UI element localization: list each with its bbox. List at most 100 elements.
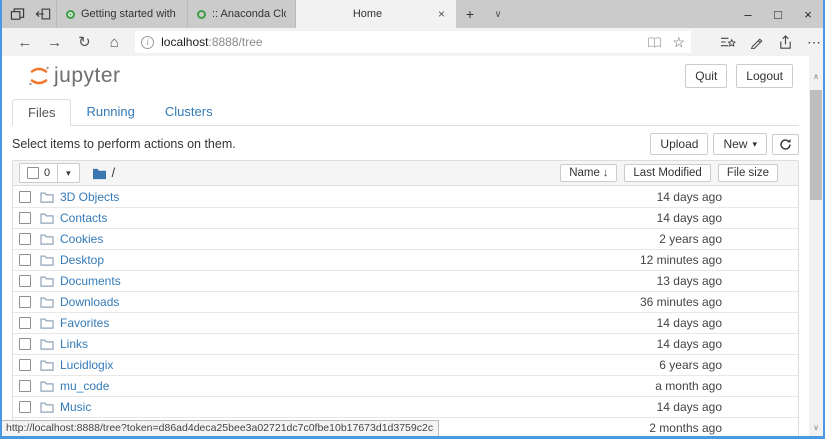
- folder-icon: [40, 254, 54, 266]
- select-filter-dropdown[interactable]: ▾: [58, 163, 80, 183]
- folder-icon: [40, 212, 54, 224]
- item-name-link[interactable]: Contacts: [60, 211, 107, 225]
- logout-button[interactable]: Logout: [736, 64, 793, 88]
- row-checkbox[interactable]: [19, 401, 31, 413]
- table-row: Favorites 14 days ago: [13, 312, 798, 333]
- row-checkbox[interactable]: [19, 338, 31, 350]
- select-all-checkbox[interactable]: [27, 167, 39, 179]
- browser-tab-anaconda-start[interactable]: Getting started with Anacor: [56, 0, 188, 28]
- url-path: :8888/tree: [209, 35, 263, 49]
- folder-icon: [92, 167, 107, 180]
- item-name-link[interactable]: 3D Objects: [60, 190, 119, 204]
- item-name-link[interactable]: Documents: [60, 274, 121, 288]
- vertical-scrollbar[interactable]: ∧ ∨: [809, 56, 823, 436]
- select-all-control[interactable]: 0: [19, 163, 58, 183]
- scroll-down-icon[interactable]: ∨: [809, 423, 823, 432]
- tab-close-icon[interactable]: ×: [436, 7, 447, 21]
- tab-title: :: Anaconda Cloud: [212, 8, 286, 20]
- row-checkbox[interactable]: [19, 254, 31, 266]
- reload-icon[interactable]: ↻: [70, 35, 100, 50]
- url-input[interactable]: i localhost :8888/tree ☆: [135, 31, 691, 53]
- row-checkbox[interactable]: [19, 275, 31, 287]
- window-close-button[interactable]: ×: [793, 0, 823, 28]
- hub-favorites-icon[interactable]: [719, 34, 736, 51]
- new-dropdown-button[interactable]: New ▾: [713, 133, 767, 155]
- folder-icon: [40, 296, 54, 308]
- tab-title: Getting started with Anacor: [81, 8, 178, 20]
- set-aside-tabs-icon[interactable]: [8, 6, 26, 22]
- item-name-link[interactable]: mu_code: [60, 379, 109, 393]
- sort-last-modified-button[interactable]: Last Modified: [624, 164, 710, 182]
- item-last-modified: 13 days ago: [612, 274, 722, 288]
- tab-clusters[interactable]: Clusters: [150, 99, 228, 126]
- row-checkbox[interactable]: [19, 380, 31, 392]
- row-checkbox[interactable]: [19, 317, 31, 329]
- item-name-link[interactable]: Desktop: [60, 253, 104, 267]
- scrollbar-thumb[interactable]: [810, 90, 822, 200]
- selected-count: 0: [44, 167, 50, 179]
- breadcrumb-root[interactable]: /: [112, 166, 115, 180]
- sort-file-size-button[interactable]: File size: [718, 164, 778, 182]
- row-checkbox[interactable]: [19, 191, 31, 203]
- new-tab-button[interactable]: +: [456, 0, 484, 28]
- scroll-up-icon[interactable]: ∧: [809, 72, 823, 81]
- item-name-link[interactable]: Links: [60, 337, 88, 351]
- browser-tab-home[interactable]: Home ×: [296, 0, 456, 28]
- forward-icon[interactable]: →: [40, 35, 70, 50]
- item-last-modified: 14 days ago: [612, 211, 722, 225]
- table-row: Contacts 14 days ago: [13, 207, 798, 228]
- item-last-modified: 2 months ago: [612, 421, 722, 435]
- table-row: 3D Objects 14 days ago: [13, 186, 798, 207]
- window-maximize-button[interactable]: □: [763, 0, 793, 28]
- jupyter-logo[interactable]: jupyter: [28, 64, 121, 88]
- share-icon[interactable]: [777, 34, 794, 51]
- folder-icon: [40, 275, 54, 287]
- more-actions-icon[interactable]: ⋯: [806, 34, 823, 51]
- folder-icon: [40, 317, 54, 329]
- file-list: 3D Objects 14 days ago Contacts 14 days …: [13, 186, 798, 436]
- item-last-modified: 14 days ago: [612, 400, 722, 414]
- item-last-modified: 6 years ago: [612, 358, 722, 372]
- action-row: Select items to perform actions on them.…: [12, 133, 799, 155]
- quit-button[interactable]: Quit: [685, 64, 727, 88]
- jupyter-header: jupyter Quit Logout: [2, 56, 809, 92]
- sort-desc-icon: ↓: [603, 167, 609, 179]
- file-list-container: 0 ▾ / Name ↓ Last Modified File: [12, 160, 799, 436]
- item-name-link[interactable]: Favorites: [60, 316, 109, 330]
- web-note-pen-icon[interactable]: [748, 34, 765, 51]
- table-row: Documents 13 days ago: [13, 270, 798, 291]
- item-last-modified: 14 days ago: [612, 316, 722, 330]
- home-icon[interactable]: ⌂: [99, 35, 129, 50]
- tab-files[interactable]: Files: [12, 99, 71, 126]
- anaconda-favicon: [66, 10, 75, 19]
- row-checkbox[interactable]: [19, 212, 31, 224]
- tab-running[interactable]: Running: [71, 99, 149, 126]
- add-favorite-star-icon[interactable]: ☆: [672, 34, 685, 51]
- browser-tab-anaconda-cloud[interactable]: :: Anaconda Cloud: [188, 0, 296, 28]
- restore-tabs-icon[interactable]: [34, 6, 52, 22]
- item-name-link[interactable]: Music: [60, 400, 91, 414]
- url-host: localhost: [161, 35, 208, 49]
- browser-address-bar: ← → ↻ ⌂ i localhost :8888/tree ☆ ⋯: [2, 28, 823, 56]
- row-checkbox[interactable]: [19, 233, 31, 245]
- table-row: Downloads 36 minutes ago: [13, 291, 798, 312]
- row-checkbox[interactable]: [19, 359, 31, 371]
- item-name-link[interactable]: Lucidlogix: [60, 358, 113, 372]
- table-row: Links 14 days ago: [13, 333, 798, 354]
- reading-view-icon[interactable]: [647, 36, 662, 49]
- folder-icon: [40, 380, 54, 392]
- back-icon[interactable]: ←: [10, 35, 40, 50]
- folder-icon: [40, 401, 54, 413]
- site-info-icon[interactable]: i: [141, 36, 154, 49]
- upload-button[interactable]: Upload: [650, 133, 708, 155]
- item-last-modified: 14 days ago: [612, 190, 722, 204]
- refresh-list-button[interactable]: [772, 134, 799, 155]
- item-last-modified: a month ago: [612, 379, 722, 393]
- sort-name-button[interactable]: Name ↓: [560, 164, 617, 182]
- item-name-link[interactable]: Cookies: [60, 232, 103, 246]
- page-viewport: jupyter Quit Logout Files Running Cluste…: [2, 56, 823, 436]
- window-minimize-button[interactable]: –: [733, 0, 763, 28]
- row-checkbox[interactable]: [19, 296, 31, 308]
- tab-list-chevron-icon[interactable]: ∨: [484, 0, 512, 28]
- item-name-link[interactable]: Downloads: [60, 295, 119, 309]
